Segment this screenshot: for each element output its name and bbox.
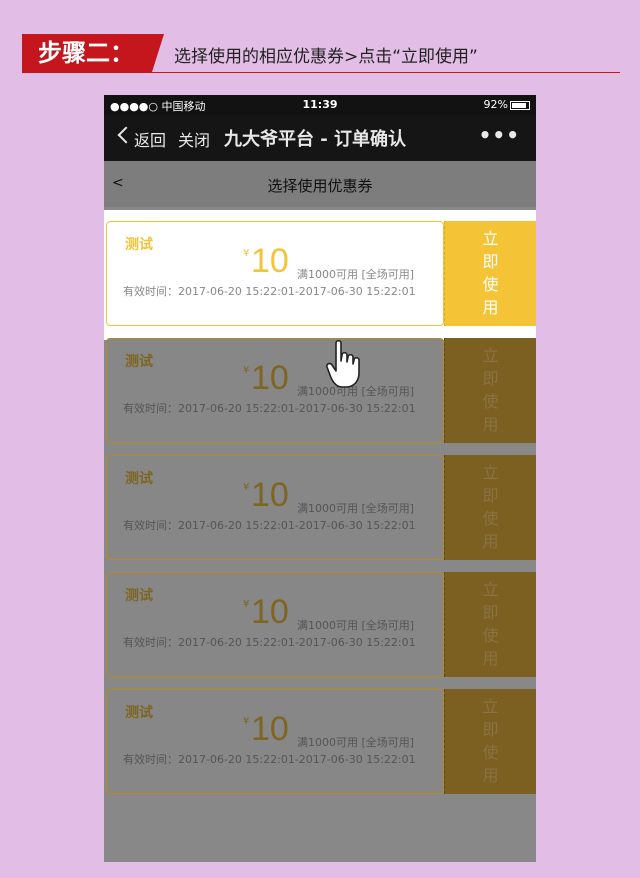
use-now-label-char: 立 xyxy=(482,697,499,716)
use-now-label-char: 使 xyxy=(482,275,499,294)
use-now-label-char: 使 xyxy=(482,509,499,528)
more-icon[interactable]: ••• xyxy=(479,123,520,147)
page-title: 选择使用优惠券 xyxy=(267,177,373,195)
coupon-amount: 10 xyxy=(251,359,289,397)
coupon-validity: 有效时间：2017-06-20 15:22:01-2017-06-30 15:2… xyxy=(123,519,416,532)
coupon-name: 测试 xyxy=(125,354,153,370)
coupon-card: 测试 ¥10 满1000可用 [全场可用] 有效时间：2017-06-20 15:22… xyxy=(106,338,444,443)
use-now-label-char: 立 xyxy=(482,229,499,248)
use-now-label-char: 使 xyxy=(482,392,499,411)
coupon-item: 测试 ¥10 满1000可用 [全场可用] 有效时间：2017-06-20 15:22… xyxy=(104,561,536,677)
step-header: 步骤二： 选择使用的相应优惠券>点击“立即使用” xyxy=(22,34,620,74)
nav-title: 九大爷平台 - 订单确认 xyxy=(224,129,407,150)
coupon-card: 测试 ¥10 满1000可用 [全场可用] 有效时间：2017-06-20 15:22… xyxy=(106,221,444,326)
coupon-currency: ¥ xyxy=(243,248,250,259)
use-now-label-char: 立 xyxy=(482,580,499,599)
coupon-condition: 满1000可用 [全场可用] xyxy=(297,736,415,749)
coupon-item: 测试 ¥10 满1000可用 [全场可用] 有效时间：2017-06-20 15:22… xyxy=(104,678,536,794)
coupon-validity: 有效时间：2017-06-20 15:22:01-2017-06-30 15:2… xyxy=(123,636,416,649)
battery-icon xyxy=(510,101,530,110)
step-badge: 步骤二： xyxy=(22,34,164,72)
use-now-label-char: 用 xyxy=(482,532,499,551)
status-bar: ●●●●○ 中国移动 11:39 92% xyxy=(104,95,536,115)
use-now-button[interactable]: 立即使用 xyxy=(444,338,536,443)
use-now-label-char: 立 xyxy=(482,346,499,365)
use-now-label-char: 用 xyxy=(482,649,499,668)
back-chevron-icon[interactable] xyxy=(117,126,135,144)
coupon-card: 测试 ¥10 满1000可用 [全场可用] 有效时间：2017-06-20 15:22… xyxy=(106,689,444,794)
use-now-label-char: 使 xyxy=(482,743,499,762)
coupon-condition: 满1000可用 [全场可用] xyxy=(297,268,415,281)
battery-percent: 92% xyxy=(483,98,508,111)
coupon-currency: ¥ xyxy=(243,365,250,376)
coupon-name: 测试 xyxy=(125,471,153,487)
use-now-label-char: 用 xyxy=(482,415,499,434)
step-instruction: 选择使用的相应优惠券>点击“立即使用” xyxy=(174,47,478,67)
use-now-button[interactable]: 立即使用 xyxy=(444,689,536,794)
use-now-label-char: 用 xyxy=(482,766,499,785)
nav-back-button[interactable]: 返回 xyxy=(134,127,166,151)
coupon-validity: 有效时间：2017-06-20 15:22:01-2017-06-30 15:2… xyxy=(123,753,416,766)
use-now-label-char: 即 xyxy=(482,720,499,739)
coupon-amount: 10 xyxy=(251,710,289,748)
use-now-button[interactable]: 立即使用 xyxy=(444,572,536,677)
use-now-label-char: 用 xyxy=(482,298,499,317)
use-now-label-char: 使 xyxy=(482,626,499,645)
coupon-currency: ¥ xyxy=(243,716,250,727)
use-now-label-char: 即 xyxy=(482,603,499,622)
step-divider xyxy=(22,72,620,73)
coupon-amount: 10 xyxy=(251,242,289,280)
phone-screen: ●●●●○ 中国移动 11:39 92% 返回 关闭 九大爷平台 - 订单确认 … xyxy=(104,95,536,862)
coupon-amount: 10 xyxy=(251,593,289,631)
use-now-button[interactable]: 立即使用 xyxy=(444,455,536,560)
coupon-name: 测试 xyxy=(125,705,153,721)
use-now-label-char: 即 xyxy=(482,252,499,271)
page-header: < 选择使用优惠券 xyxy=(104,161,536,207)
nav-close-button[interactable]: 关闭 xyxy=(178,127,210,151)
coupon-card: 测试 ¥10 满1000可用 [全场可用] 有效时间：2017-06-20 15:22… xyxy=(106,572,444,677)
hand-pointer-icon xyxy=(326,339,360,388)
nav-bar: 返回 关闭 九大爷平台 - 订单确认 ••• xyxy=(104,115,536,161)
use-now-label-char: 即 xyxy=(482,486,499,505)
coupon-item: 测试 ¥10 满1000可用 [全场可用] 有效时间：2017-06-20 15:22… xyxy=(104,444,536,560)
coupon-amount: 10 xyxy=(251,476,289,514)
coupon-name: 测试 xyxy=(125,588,153,604)
coupon-name: 测试 xyxy=(125,237,153,253)
coupon-validity: 有效时间：2017-06-20 15:22:01-2017-06-30 15:2… xyxy=(123,402,416,415)
coupon-condition: 满1000可用 [全场可用] xyxy=(297,619,415,632)
status-time: 11:39 xyxy=(302,98,338,111)
coupon-condition: 满1000可用 [全场可用] xyxy=(297,502,415,515)
use-now-label-char: 即 xyxy=(482,369,499,388)
coupon-currency: ¥ xyxy=(243,599,250,610)
coupon-currency: ¥ xyxy=(243,482,250,493)
coupon-item: 测试 ¥10 满1000可用 [全场可用] 有效时间：2017-06-20 15:22… xyxy=(104,327,536,443)
use-now-label-char: 立 xyxy=(482,463,499,482)
coupon-card: 测试 ¥10 满1000可用 [全场可用] 有效时间：2017-06-20 15:22… xyxy=(106,455,444,560)
use-now-button[interactable]: 立即使用 xyxy=(444,221,536,326)
coupon-validity: 有效时间：2017-06-20 15:22:01-2017-06-30 15:2… xyxy=(123,285,416,298)
coupon-item: 测试 ¥10 满1000可用 [全场可用] 有效时间：2017-06-20 15:22… xyxy=(104,210,536,326)
